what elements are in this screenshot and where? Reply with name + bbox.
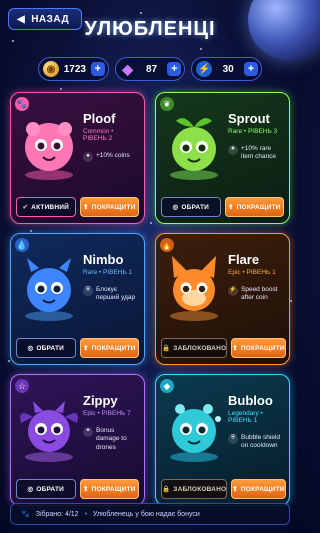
pet-perk-text: +10% rare item chance	[241, 145, 277, 161]
pet-rarity: Rare • РІВЕНЬ 3	[228, 128, 278, 135]
pet-name: Bubloo	[228, 393, 273, 408]
lock-icon: 🔒	[162, 486, 171, 493]
upgrade-label: ПОКРАЩИТИ	[240, 344, 285, 352]
pet-card-zippy[interactable]: ☆ Zippy Epic • РІВЕНЬ 7 ✦ Bonus damage t…	[10, 374, 145, 506]
pet-rarity: Epic • РІВЕНЬ 1	[228, 269, 276, 276]
upgrade-label: ПОКРАЩИТИ	[240, 485, 285, 493]
gems-counter: ◆ 87 +	[114, 57, 186, 81]
select-button[interactable]: ◎ ОБРАТИ	[16, 479, 76, 499]
upgrade-button[interactable]: ⬆ ПОКРАЩИТИ	[79, 338, 139, 358]
energy-value: 30	[222, 63, 234, 75]
separator: •	[84, 510, 88, 518]
upgrade-button[interactable]: ⬆ ПОКРАЩИТИ	[231, 479, 286, 499]
locked-button: 🔒 ЗАБЛОКОВАНО	[161, 479, 228, 499]
select-button[interactable]: ◎ ОБРАТИ	[16, 338, 76, 358]
coins-counter: ◉ 1723 +	[38, 57, 109, 81]
paw-icon: 🐾	[21, 511, 30, 518]
arrow-up-icon: ⬆	[82, 204, 89, 211]
upgrade-label: ПОКРАЩИТИ	[91, 203, 136, 211]
pet-nimbo-image	[25, 258, 73, 321]
energy-counter: ⚡ 30 +	[191, 57, 263, 81]
footer-hint: Улюбленець у бою надає бонуси	[93, 510, 200, 518]
collection-footer: 🐾 Зібрано: 4/12 • Улюбленець у бою надає…	[10, 503, 290, 525]
shield-icon: ⛨	[83, 286, 93, 296]
pet-card-bubloo[interactable]: ◆ Bubloo Legendary • РІВЕНЬ 1 ⛨ Bubble s…	[155, 374, 290, 506]
page-title: УЛЮБЛЕНЦІ	[84, 18, 216, 40]
target-icon: ◎	[27, 345, 34, 352]
target-icon: ◎	[27, 486, 34, 493]
pet-perk: ⛨ Bubble shield on cooldown	[228, 434, 283, 451]
pet-perk-text: Bubble shield on cooldown	[241, 434, 281, 450]
pet-flare-image	[170, 256, 218, 321]
pet-card-nimbo[interactable]: 💧 Nimbo Rare • РІВЕНЬ 1 ⛨ Блокує перший …	[10, 233, 145, 365]
upgrade-label: ПОКРАЩИТИ	[236, 203, 281, 211]
locked-label: ЗАБЛОКОВАНО	[173, 485, 227, 493]
sword-icon: ✦	[83, 427, 93, 437]
gem-icon: ◆	[122, 60, 134, 77]
lightning-icon: ⚡	[196, 61, 213, 77]
upgrade-button[interactable]: ⬆ ПОКРАЩИТИ	[224, 197, 284, 217]
pet-zippy-image	[20, 401, 78, 462]
collected-count: Зібрано: 4/12	[35, 510, 79, 518]
pet-rarity: Common • РІВЕНЬ 2	[83, 128, 114, 142]
top-bar: ◀ НАЗАД УЛЮБЛЕНЦІ	[0, 0, 300, 52]
arrow-up-icon: ⬆	[232, 345, 238, 352]
active-label: АКТИВНИЙ	[31, 203, 69, 211]
pet-card-ploof[interactable]: 🐾 Ploof Common • РІВЕНЬ 2 ● +10% coins ✔…	[10, 92, 145, 224]
star-icon: ★	[228, 145, 238, 155]
upgrade-button[interactable]: ⬆ ПОКРАЩИТИ	[79, 197, 139, 217]
pet-card-flare[interactable]: 🔥 Flare Epic • РІВЕНЬ 1 ⚡ Speed boost af…	[155, 233, 290, 365]
arrow-up-icon: ⬆	[82, 486, 89, 493]
pet-card-sprout[interactable]: ❦ Sprout Rare • РІВЕНЬ 3 ★ +10% rare ite…	[155, 92, 290, 224]
pet-sprout-image	[170, 118, 218, 180]
pet-rarity: Legendary • РІВЕНЬ 1	[228, 410, 263, 424]
gems-value: 87	[145, 63, 158, 75]
upgrade-button[interactable]: ⬆ ПОКРАЩИТИ	[79, 479, 139, 499]
pet-perk: ⛨ Блокує перший удар	[83, 286, 138, 303]
pet-ploof-image	[25, 122, 73, 180]
upgrade-label: ПОКРАЩИТИ	[91, 344, 136, 352]
pet-perk: ★ +10% rare item chance	[228, 145, 283, 162]
coin-icon: ●	[83, 152, 93, 162]
lightning-icon: ⚡	[228, 286, 238, 296]
locked-label: ЗАБЛОКОВАНО	[173, 344, 227, 352]
coins-value: 1723	[63, 63, 86, 75]
arrow-up-icon: ⬆	[227, 204, 234, 211]
upgrade-button[interactable]: ⬆ ПОКРАЩИТИ	[231, 338, 286, 358]
select-label: ОБРАТИ	[36, 344, 65, 352]
pet-name: Flare	[228, 252, 260, 267]
shield-icon: ⛨	[228, 434, 238, 444]
pets-grid: 🐾 Ploof Common • РІВЕНЬ 2 ● +10% coins ✔…	[10, 92, 290, 506]
arrow-up-icon: ⬆	[232, 486, 238, 493]
pet-perk: ✦ Bonus damage to drones	[83, 427, 138, 452]
pet-perk-text: Блокує перший удар	[96, 286, 136, 302]
pet-name: Zippy	[83, 393, 118, 408]
select-label: ОБРАТИ	[36, 485, 65, 493]
pet-bubloo-image	[170, 404, 221, 462]
arrow-up-icon: ⬆	[82, 345, 89, 352]
pet-name: Sprout	[228, 111, 270, 126]
lock-icon: 🔒	[162, 345, 171, 352]
check-icon: ✔	[22, 204, 29, 211]
pet-name: Ploof	[83, 111, 116, 126]
target-icon: ◎	[172, 204, 179, 211]
pet-rarity: Rare • РІВЕНЬ 1	[83, 269, 133, 276]
pet-perk-text: Bonus damage to drones	[96, 427, 127, 451]
currency-bar: ◉ 1723 + ◆ 87 + ⚡ 30 +	[38, 57, 263, 81]
pet-perk-text: Speed boost after coin	[241, 286, 278, 302]
pet-perk-text: +10% coins	[96, 152, 130, 159]
pet-name: Nimbo	[83, 252, 124, 267]
coin-icon: ◉	[43, 61, 59, 77]
add-gems-button[interactable]: +	[167, 62, 182, 76]
pet-perk: ⚡ Speed boost after coin	[228, 286, 283, 303]
select-button[interactable]: ◎ ОБРАТИ	[161, 197, 221, 217]
locked-button: 🔒 ЗАБЛОКОВАНО	[161, 338, 228, 358]
add-coins-button[interactable]: +	[90, 62, 105, 76]
pet-perk: ● +10% coins	[83, 152, 138, 162]
select-label: ОБРАТИ	[181, 203, 210, 211]
add-energy-button[interactable]: +	[244, 62, 258, 76]
upgrade-label: ПОКРАЩИТИ	[91, 485, 136, 493]
active-button[interactable]: ✔ АКТИВНИЙ	[16, 197, 76, 217]
pet-rarity: Epic • РІВЕНЬ 7	[83, 410, 131, 417]
